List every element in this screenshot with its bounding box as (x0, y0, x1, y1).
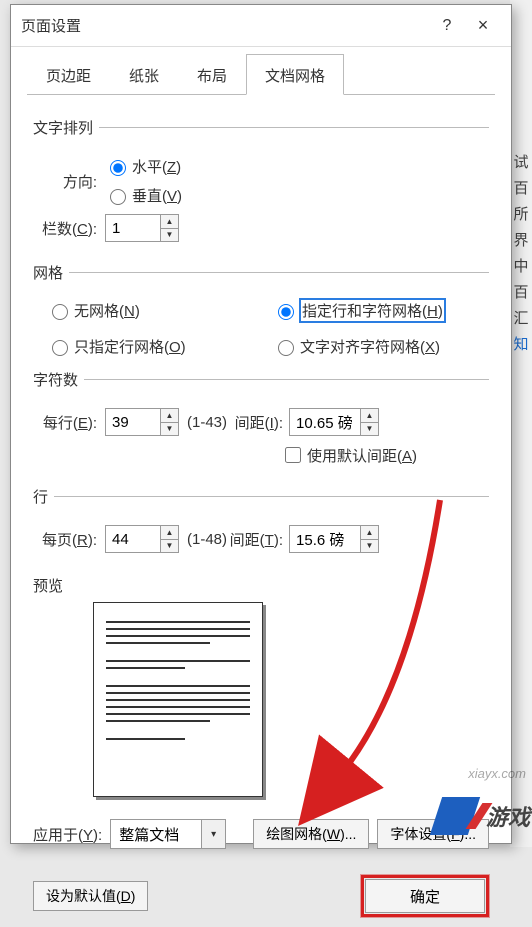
char-spacing-down[interactable]: ▼ (361, 423, 378, 436)
grid-align-chars-radio[interactable]: 文字对齐字符网格(X) (273, 336, 489, 357)
columns-input[interactable] (106, 215, 160, 241)
per-page-label: 每页(R): (33, 529, 105, 550)
per-line-label: 每行(E): (33, 412, 105, 433)
ok-highlight: 确定 (361, 875, 489, 917)
grid-none-radio[interactable]: 无网格(N) (47, 299, 263, 322)
per-page-up[interactable]: ▲ (161, 526, 178, 540)
chars-group: 字符数 每行(E): ▲▼ (1-43) 间距(I): ▲▼ 使用默认间距(A) (33, 369, 489, 474)
default-spacing-label: 使用默认间距(A) (307, 445, 417, 466)
grid-lines-chars-label: 指定行和字符网格(H) (300, 299, 445, 322)
grid-lines-only-label: 只指定行网格(O) (74, 336, 186, 357)
close-button[interactable]: × (465, 11, 501, 41)
ok-button[interactable]: 确定 (365, 879, 485, 913)
drawing-grid-button[interactable]: 绘图网格(W)... (253, 819, 369, 849)
direction-horizontal-radio[interactable]: 水平(Z) (105, 156, 182, 177)
per-line-input[interactable] (106, 409, 160, 435)
direction-label: 方向: (33, 171, 105, 192)
line-spacing-label: 间距(T): (227, 529, 289, 550)
logo-text: 游戏 (486, 800, 530, 832)
grid-align-chars-input[interactable] (278, 340, 294, 356)
tabs: 页边距 纸张 布局 文档网格 (11, 47, 511, 94)
per-page-input[interactable] (106, 526, 160, 552)
grid-lines-chars-input[interactable] (278, 304, 294, 320)
page-setup-dialog: 页面设置 ? × 页边距 纸张 布局 文档网格 文字排列 方向: 水平(Z) 垂 (10, 4, 512, 844)
preview-page (93, 602, 263, 797)
grid-none-input[interactable] (52, 304, 68, 320)
direction-horizontal-label: 水平(Z) (132, 156, 181, 177)
line-spacing-up[interactable]: ▲ (361, 526, 378, 540)
grid-legend: 网格 (33, 262, 69, 283)
columns-spinner[interactable]: ▲▼ (105, 214, 179, 242)
default-spacing-input[interactable] (285, 447, 301, 463)
titlebar: 页面设置 ? × (11, 5, 511, 47)
grid-lines-only-input[interactable] (52, 340, 68, 356)
columns-up[interactable]: ▲ (161, 215, 178, 229)
line-spacing-down[interactable]: ▼ (361, 540, 378, 553)
char-spacing-label: 间距(I): (227, 412, 289, 433)
tab-paper[interactable]: 纸张 (110, 54, 178, 95)
grid-group: 网格 无网格(N) 指定行和字符网格(H) 只指定行网格(O) 文字对齐字符网格… (33, 262, 489, 357)
apply-to-dropdown[interactable]: ▾ (201, 820, 225, 848)
preview-legend: 预览 (33, 575, 489, 596)
tab-layout[interactable]: 布局 (178, 54, 246, 95)
background-right-strip: 试百所 界中百汇 知 (510, 0, 532, 847)
apply-to-select[interactable]: ▾ (110, 819, 226, 849)
direction-horizontal-input[interactable] (110, 160, 126, 176)
char-spacing-up[interactable]: ▲ (361, 409, 378, 423)
dialog-title: 页面设置 (21, 15, 429, 36)
logo-icon (430, 797, 480, 835)
watermark: xiayx.com (468, 766, 526, 781)
columns-down[interactable]: ▼ (161, 229, 178, 242)
grid-none-label: 无网格(N) (74, 300, 140, 321)
lines-group: 行 每页(R): ▲▼ (1-48) 间距(T): ▲▼ (33, 486, 489, 561)
set-default-button[interactable]: 设为默认值(D) (33, 881, 148, 911)
tab-margins[interactable]: 页边距 (27, 54, 110, 95)
char-spacing-input[interactable] (290, 409, 360, 435)
per-line-range: (1-43) (187, 414, 227, 431)
grid-align-chars-label: 文字对齐字符网格(X) (300, 336, 440, 357)
line-spacing-spinner[interactable]: ▲▼ (289, 525, 379, 553)
tab-document-grid[interactable]: 文档网格 (246, 54, 344, 95)
direction-vertical-label: 垂直(V) (132, 185, 182, 206)
columns-label: 栏数(C): (33, 218, 105, 239)
text-arrange-legend: 文字排列 (33, 117, 99, 138)
apply-to-label: 应用于(Y): (33, 824, 102, 845)
apply-to-input[interactable] (111, 820, 201, 848)
per-page-spinner[interactable]: ▲▼ (105, 525, 179, 553)
direction-vertical-input[interactable] (110, 189, 126, 205)
help-button[interactable]: ? (429, 11, 465, 41)
per-page-down[interactable]: ▼ (161, 540, 178, 553)
text-arrange-group: 文字排列 方向: 水平(Z) 垂直(V) 栏数(C): (33, 117, 489, 250)
per-line-up[interactable]: ▲ (161, 409, 178, 423)
per-page-range: (1-48) (187, 531, 227, 548)
lines-legend: 行 (33, 486, 54, 507)
direction-vertical-radio[interactable]: 垂直(V) (105, 185, 182, 206)
grid-lines-only-radio[interactable]: 只指定行网格(O) (47, 336, 263, 357)
line-spacing-input[interactable] (290, 526, 360, 552)
per-line-down[interactable]: ▼ (161, 423, 178, 436)
default-spacing-checkbox[interactable]: 使用默认间距(A) (281, 444, 417, 466)
per-line-spinner[interactable]: ▲▼ (105, 408, 179, 436)
site-logo: 游戏 (436, 797, 530, 835)
char-spacing-spinner[interactable]: ▲▼ (289, 408, 379, 436)
grid-lines-chars-radio[interactable]: 指定行和字符网格(H) (273, 299, 489, 322)
chars-legend: 字符数 (33, 369, 84, 390)
